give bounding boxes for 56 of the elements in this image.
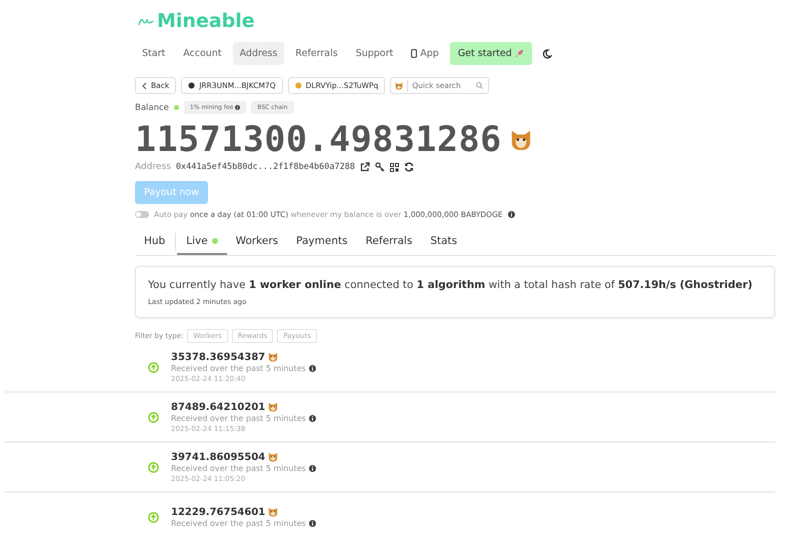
rocket-icon [514, 49, 524, 58]
tab[interactable]: Referrals [356, 229, 422, 255]
nav-link[interactable]: Address [232, 42, 284, 65]
external-link-icon[interactable] [360, 162, 370, 172]
logo-wave-icon [138, 16, 154, 26]
arrow-up-circle-icon [148, 362, 159, 372]
info-icon[interactable] [308, 414, 316, 422]
event-amount: 35378.36954387 [171, 352, 266, 362]
nav-link[interactable]: Account [176, 42, 229, 65]
tab[interactable]: Stats [421, 229, 466, 255]
event-amount: 39741.86095504 [171, 452, 266, 462]
event-description: Received over the past 5 minutes [171, 518, 306, 528]
event-description: Received over the past 5 minutes [171, 464, 306, 472]
dog-icon [395, 82, 404, 90]
event-amount: 87489.64210201 [171, 402, 266, 412]
tab[interactable]: Payments [287, 229, 357, 255]
arrow-up-circle-icon [148, 462, 159, 472]
nav-link[interactable]: Start [135, 42, 172, 65]
status-dot [174, 105, 179, 110]
event-amount: 12229.76754601 [171, 506, 266, 518]
info-icon[interactable] [308, 520, 316, 526]
nav-link[interactable]: Referrals [288, 42, 345, 65]
dog-icon [268, 507, 278, 517]
nav-link[interactable]: Support [348, 42, 400, 65]
qr-code-icon[interactable] [390, 162, 399, 172]
search-icon [476, 82, 484, 89]
dog-icon [268, 452, 278, 462]
summary-text: You currently have 1 worker online connected to 1 algorithm with a total hash rate of 507.19h/s (Ghostrider) [148, 279, 754, 291]
balance-amount: 11571300.49831286 [135, 120, 502, 160]
info-icon[interactable] [508, 211, 515, 218]
info-icon[interactable] [235, 105, 240, 110]
wallet-address: 0x441a5ef45b80dc...2f1f8be4b60a7288 [176, 162, 355, 172]
address-label: Address [135, 162, 171, 172]
dog-icon [268, 402, 278, 412]
key-icon[interactable] [374, 162, 385, 172]
arrow-up-circle-icon [148, 412, 159, 422]
coin-icon [188, 82, 196, 89]
event-description: Received over the past 5 minutes [171, 364, 306, 372]
nav-link[interactable]: App [404, 42, 446, 65]
dog-icon [510, 129, 532, 151]
refresh-icon[interactable] [404, 162, 414, 172]
dog-icon [268, 352, 278, 362]
event-description: Received over the past 5 minutes [171, 414, 306, 422]
info-icon[interactable] [308, 364, 316, 372]
arrow-up-circle-icon [148, 512, 159, 522]
phone-icon [411, 49, 418, 58]
info-icon[interactable] [308, 464, 316, 472]
coin-icon [294, 82, 302, 89]
auto-pay-toggle[interactable] [135, 211, 149, 218]
balance-label: Balance [135, 102, 169, 112]
tab[interactable]: Workers [226, 229, 288, 255]
dark-mode-icon[interactable] [542, 48, 552, 58]
chevron-left-icon [142, 82, 147, 90]
get-started-button[interactable]: Get started [450, 42, 532, 65]
tab[interactable]: Hub [135, 229, 174, 255]
tab[interactable]: Live [177, 229, 227, 255]
